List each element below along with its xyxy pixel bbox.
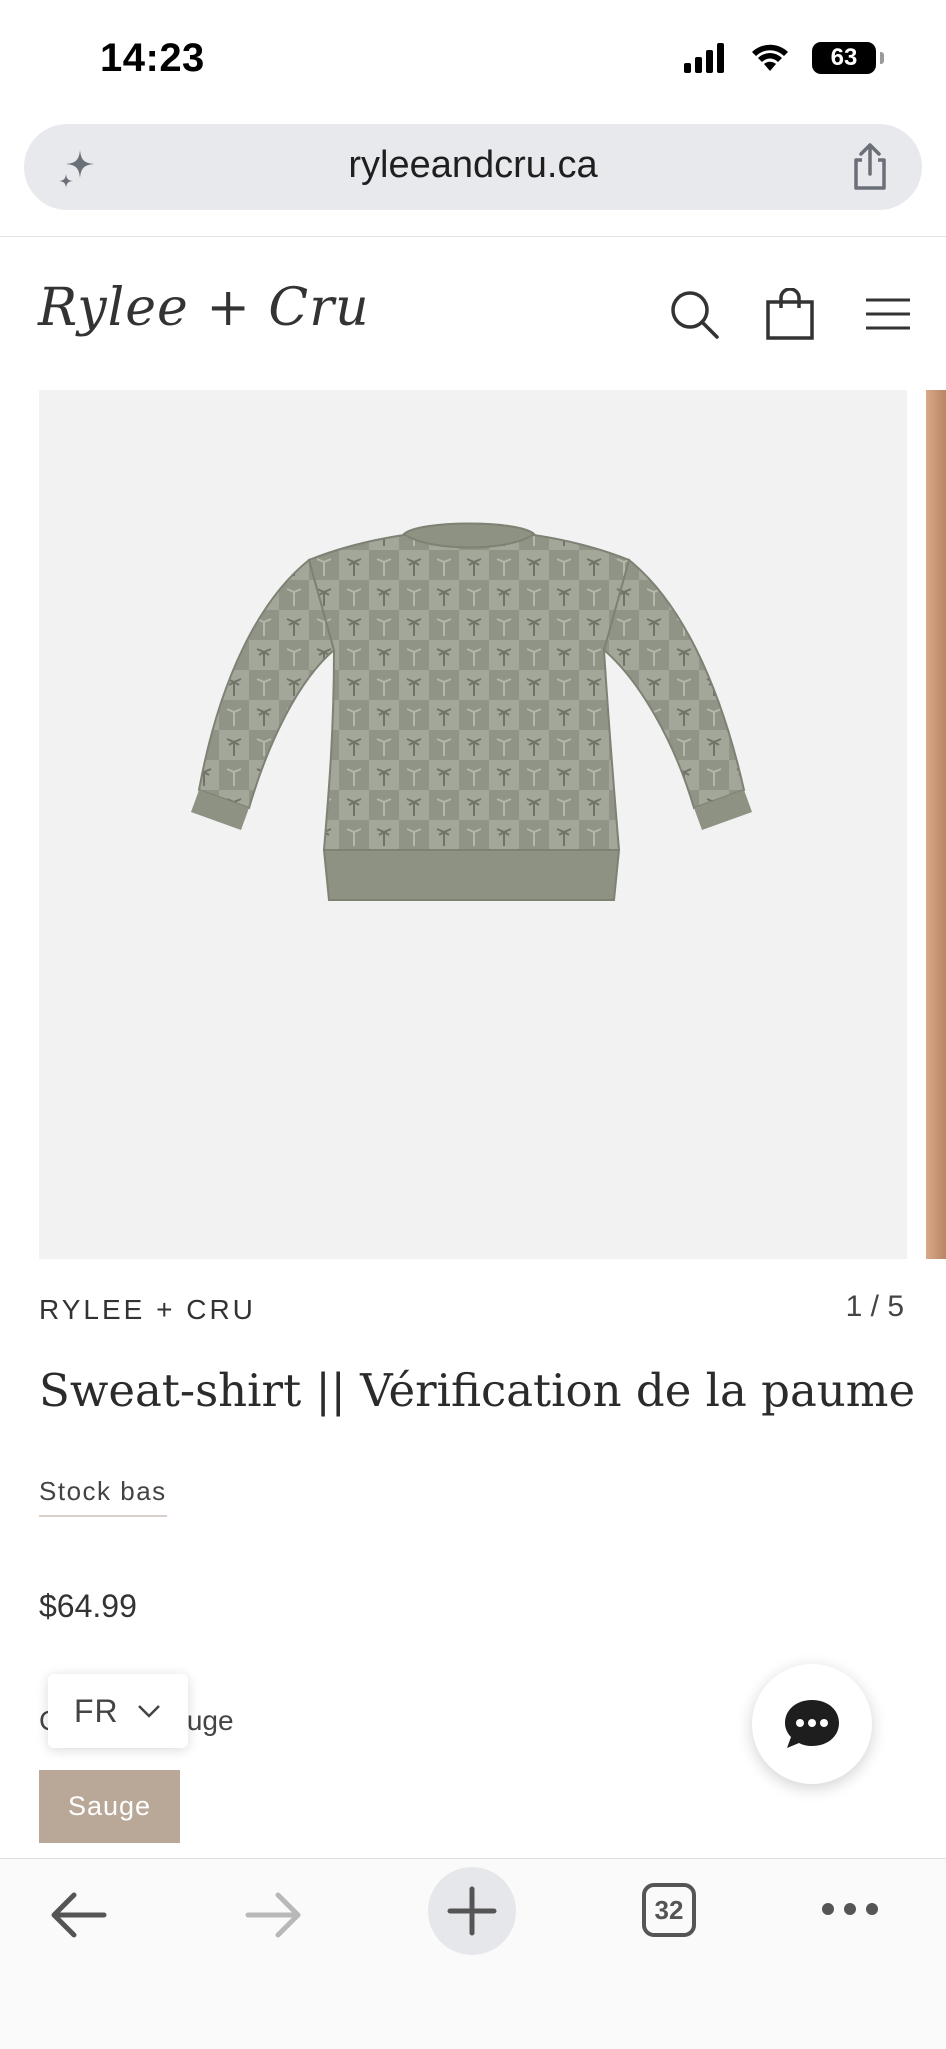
bag-icon[interactable] [764,288,816,340]
divider [0,236,946,237]
menu-icon[interactable] [862,288,914,340]
battery-indicator: 63 [812,42,884,74]
product-title: Sweat-shirt || Vérification de la paume [39,1364,916,1417]
stock-status: Stock bas [39,1476,167,1517]
chevron-down-icon [137,1705,160,1718]
signal-icon [684,43,724,73]
wifi-icon [752,44,788,71]
browser-toolbar: 32 [0,1858,946,2049]
share-icon[interactable] [848,142,892,192]
search-icon[interactable] [668,288,720,340]
status-time: 14:23 [100,36,205,80]
plus-icon [447,1886,497,1936]
back-arrow-icon[interactable] [48,1889,108,1941]
forward-arrow-icon[interactable] [244,1889,304,1941]
product-price: $64.99 [39,1588,137,1624]
chat-button[interactable] [752,1664,872,1784]
next-image-preview[interactable] [926,390,946,1259]
site-logo[interactable]: Rylee + Cru [38,278,370,338]
color-option-sauge[interactable]: Sauge [39,1770,180,1843]
language-selector[interactable]: FR [48,1674,188,1748]
chat-icon [785,1700,839,1748]
product-brand[interactable]: RYLEE + CRU [39,1294,256,1326]
url-text[interactable]: ryleeandcru.ca [24,144,922,187]
tabs-button[interactable]: 32 [642,1883,696,1937]
sweatshirt-image [191,522,752,901]
product-image[interactable] [39,390,907,1259]
language-code: FR [74,1692,119,1729]
status-bar: 14:23 63 [0,0,946,120]
status-icons: 63 [684,42,884,74]
image-counter: 1 / 5 [845,1290,904,1323]
new-tab-button[interactable] [428,1867,516,1955]
more-icon[interactable] [820,1901,880,1917]
address-bar[interactable]: ryleeandcru.ca [24,124,922,210]
